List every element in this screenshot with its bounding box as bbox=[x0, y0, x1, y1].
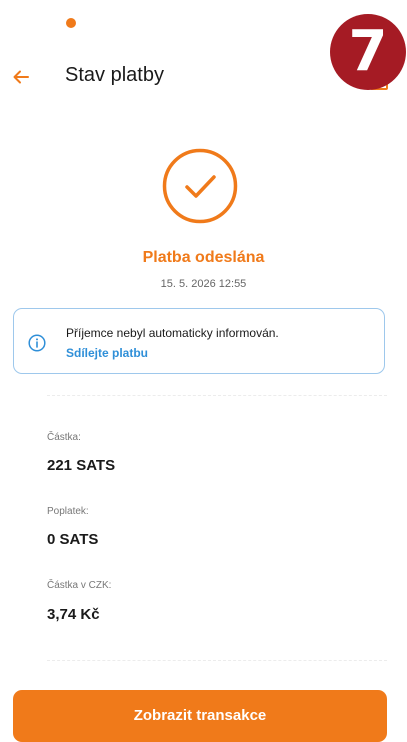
show-transactions-button[interactable]: Zobrazit transakce bbox=[13, 690, 387, 742]
page-title: Stav platby bbox=[65, 64, 164, 86]
back-button[interactable] bbox=[6, 62, 36, 92]
fee-label: Poplatek: bbox=[47, 506, 89, 517]
divider bbox=[47, 395, 387, 396]
status-timestamp: 15. 5. 2026 12:55 bbox=[160, 278, 247, 290]
info-banner: Příjemce nebyl automaticky informován. S… bbox=[13, 308, 385, 374]
status-title: Platba odeslána bbox=[142, 249, 265, 266]
amount-czk-label: Částka v CZK: bbox=[47, 580, 112, 591]
amount-czk-value: 3,74 Kč bbox=[47, 606, 100, 623]
info-text: Příjemce nebyl automaticky informován. bbox=[66, 326, 279, 340]
arrow-left-icon bbox=[13, 70, 29, 84]
divider bbox=[47, 660, 387, 661]
amount-label: Částka: bbox=[47, 432, 81, 443]
fee-value: 0 SATS bbox=[47, 531, 99, 548]
check-circle-icon bbox=[162, 148, 238, 224]
info-icon bbox=[28, 334, 46, 352]
step-badge: 7 bbox=[330, 14, 406, 90]
status-bar-notification-icon bbox=[66, 18, 76, 28]
amount-value: 221 SATS bbox=[47, 457, 116, 474]
share-payment-link[interactable]: Sdílejte platbu bbox=[66, 346, 148, 360]
